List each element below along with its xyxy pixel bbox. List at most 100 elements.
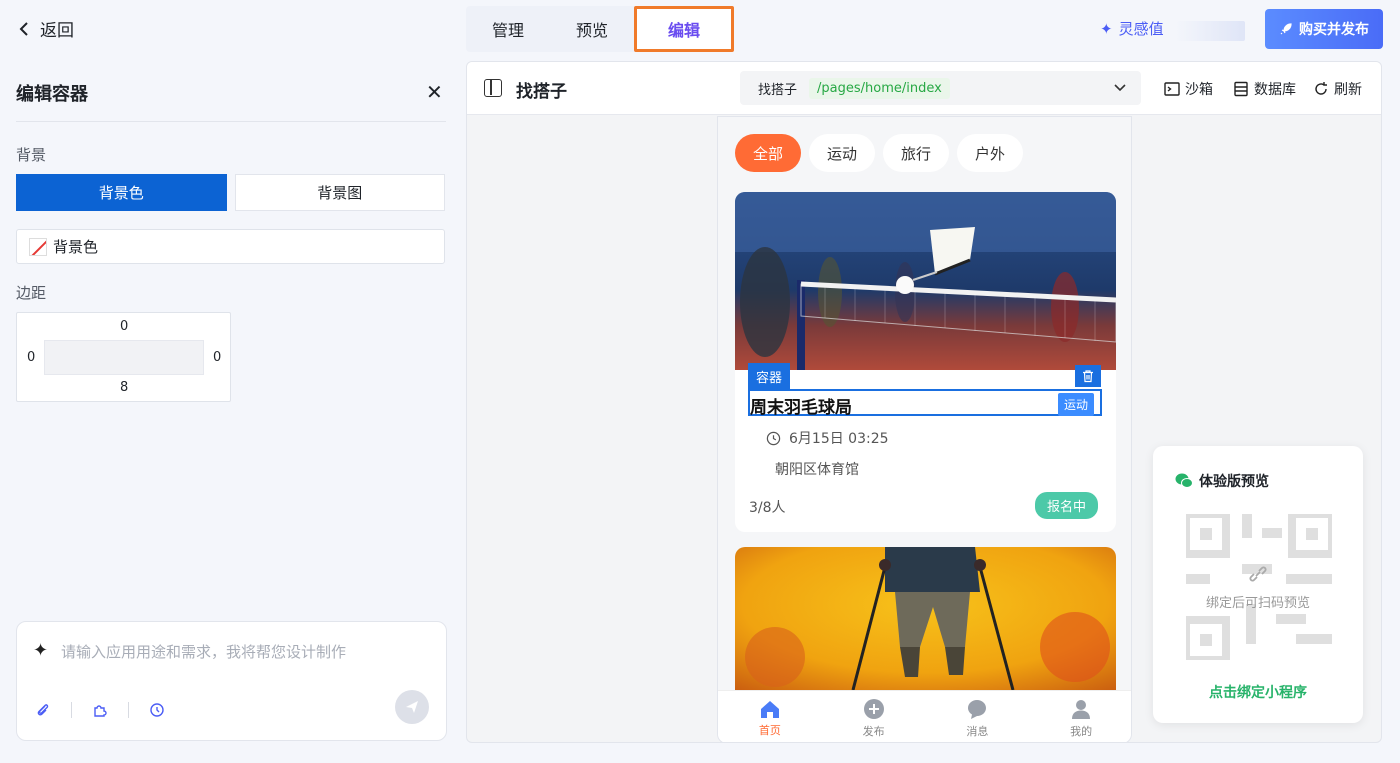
bg-image-tab[interactable]: 背景图 (234, 174, 445, 211)
background-section-label: 背景 (16, 146, 47, 164)
chevron-left-icon (19, 21, 28, 36)
preview-title-text: 体验版预览 (1199, 474, 1269, 490)
buy-publish-label: 购买并发布 (1299, 22, 1369, 38)
event-people: 3/8人 (749, 500, 786, 516)
event-card-hiking[interactable] (735, 547, 1116, 690)
mode-tabs: 管理 预览 编辑 (466, 6, 734, 52)
send-icon (406, 701, 418, 713)
wechat-icon (1175, 473, 1193, 488)
nav-home-label: 首页 (758, 723, 781, 737)
event-time-text: 6月15日 03:25 (789, 431, 889, 447)
sandbox-label: 沙箱 (1185, 82, 1213, 98)
refresh-label: 刷新 (1334, 82, 1362, 98)
trial-preview-card: 体验版预览 绑定后可扫码预览 点击绑定小程序 (1153, 446, 1363, 723)
chip-travel[interactable]: 旅行 (883, 134, 950, 172)
history-icon[interactable] (149, 702, 165, 718)
buy-publish-button[interactable]: 购买并发布 (1265, 9, 1383, 49)
status-badge: 报名中 (1035, 492, 1099, 519)
inspire-value[interactable]: ✦ 灵感值 (1100, 18, 1164, 39)
bg-color-picker[interactable]: 背景色 (16, 229, 445, 264)
back-button[interactable]: 返回 (16, 16, 74, 41)
event-time: 6月15日 03:25 (766, 428, 889, 448)
divider (71, 702, 72, 718)
ai-prompt-box[interactable]: ✦ 请输入应用用途和需求，我将帮您设计制作 (16, 621, 447, 741)
home-icon (760, 700, 779, 718)
margin-section-label: 边距 (16, 284, 47, 302)
sandbox-button[interactable]: 沙箱 (1164, 79, 1213, 99)
ai-toolbar (35, 702, 165, 718)
margin-editor: 0 0 0 8 (16, 312, 231, 402)
edit-container-panel: 编辑容器 ✕ 背景 背景色 背景图 背景色 边距 0 0 0 8 ✦ 请输入应用… (0, 58, 460, 763)
margin-right-value[interactable]: 0 (213, 350, 221, 365)
back-label: 返回 (40, 21, 74, 41)
canvas-header: 找搭子 找搭子 /pages/home/index 沙箱 数据库 刷新 (467, 62, 1381, 115)
hiking-image (735, 547, 1116, 690)
event-category-tag: 运动 (1058, 393, 1095, 416)
bottom-navigation: 首页 发布 消息 我的 (718, 690, 1131, 742)
database-button[interactable]: 数据库 (1233, 79, 1296, 99)
phone-preview: 全部 运动 旅行 户外 6月15日 03:25 朝阳区体育馆 3/8人 报名中 … (717, 116, 1132, 742)
chat-icon (968, 699, 987, 719)
panel-title: 编辑容器 (16, 84, 88, 105)
send-button[interactable] (395, 690, 429, 724)
nav-publish[interactable]: 发布 (822, 691, 926, 742)
inspire-label: 灵感值 (1118, 20, 1164, 38)
event-location: 朝阳区体育馆 (775, 462, 859, 478)
qr-code-placeholder (1186, 514, 1332, 660)
container-selection-tag: 容器 (748, 363, 791, 390)
margin-inner-box (44, 340, 204, 375)
margin-left-value[interactable]: 0 (27, 350, 35, 365)
plugin-icon[interactable] (92, 702, 108, 718)
preview-title: 体验版预览 (1175, 471, 1269, 491)
plus-circle-icon (863, 698, 884, 719)
margin-bottom-value[interactable]: 8 (120, 380, 128, 395)
divider (16, 121, 446, 122)
ai-prompt-input[interactable]: 请输入应用用途和需求，我将帮您设计制作 (61, 641, 346, 662)
nav-profile[interactable]: 我的 (1029, 691, 1131, 742)
terminal-icon (1164, 82, 1180, 96)
tab-preview[interactable]: 预览 (550, 6, 634, 52)
tab-edit[interactable]: 编辑 (634, 6, 734, 52)
margin-top-value[interactable]: 0 (120, 319, 128, 334)
inspire-bar (1175, 21, 1245, 41)
trash-icon (1083, 370, 1093, 383)
transparent-swatch-icon (29, 237, 47, 256)
divider (128, 702, 129, 718)
chip-outdoor[interactable]: 户外 (957, 134, 1024, 172)
tab-manage[interactable]: 管理 (466, 6, 550, 52)
attachment-icon[interactable] (35, 702, 51, 718)
category-chips: 全部 运动 旅行 户外 (735, 134, 1024, 172)
nav-messages[interactable]: 消息 (926, 691, 1030, 742)
database-label: 数据库 (1254, 82, 1296, 98)
link-icon (1249, 566, 1267, 582)
rocket-icon (1280, 23, 1292, 35)
page-path: /pages/home/index (809, 77, 950, 99)
refresh-button[interactable]: 刷新 (1313, 79, 1362, 99)
app-title: 找搭子 (516, 82, 567, 102)
bg-color-tab[interactable]: 背景色 (16, 174, 227, 211)
sparkle-icon: ✦ (1100, 19, 1113, 38)
delete-button[interactable] (1075, 365, 1101, 387)
background-type-toggle: 背景色 背景图 (16, 174, 445, 211)
top-bar: 返回 管理 预览 编辑 ✦ 灵感值 购买并发布 (0, 0, 1400, 58)
sparkle-icon: ✦ (33, 640, 49, 661)
event-card[interactable]: 6月15日 03:25 朝阳区体育馆 3/8人 报名中 (735, 192, 1116, 532)
bind-miniprogram-link[interactable]: 点击绑定小程序 (1153, 682, 1363, 702)
refresh-icon (1315, 82, 1327, 95)
badminton-image (735, 192, 1116, 370)
database-icon (1234, 81, 1248, 97)
nav-home[interactable]: 首页 (718, 691, 822, 742)
page-selector[interactable]: 找搭子 /pages/home/index (740, 71, 1141, 105)
event-title: 周末羽毛球局 (750, 398, 852, 418)
page-name: 找搭子 (758, 82, 798, 98)
preview-hint: 绑定后可扫码预览 (1205, 596, 1310, 611)
nav-messages-label: 消息 (966, 724, 989, 738)
sidebar-toggle-icon[interactable] (484, 79, 502, 97)
user-icon (1072, 699, 1091, 719)
nav-profile-label: 我的 (1070, 724, 1093, 738)
clock-icon (766, 431, 781, 445)
chevron-down-icon (1114, 84, 1126, 92)
chip-sports[interactable]: 运动 (809, 134, 876, 172)
close-icon[interactable]: ✕ (426, 80, 443, 104)
chip-all[interactable]: 全部 (735, 134, 802, 172)
